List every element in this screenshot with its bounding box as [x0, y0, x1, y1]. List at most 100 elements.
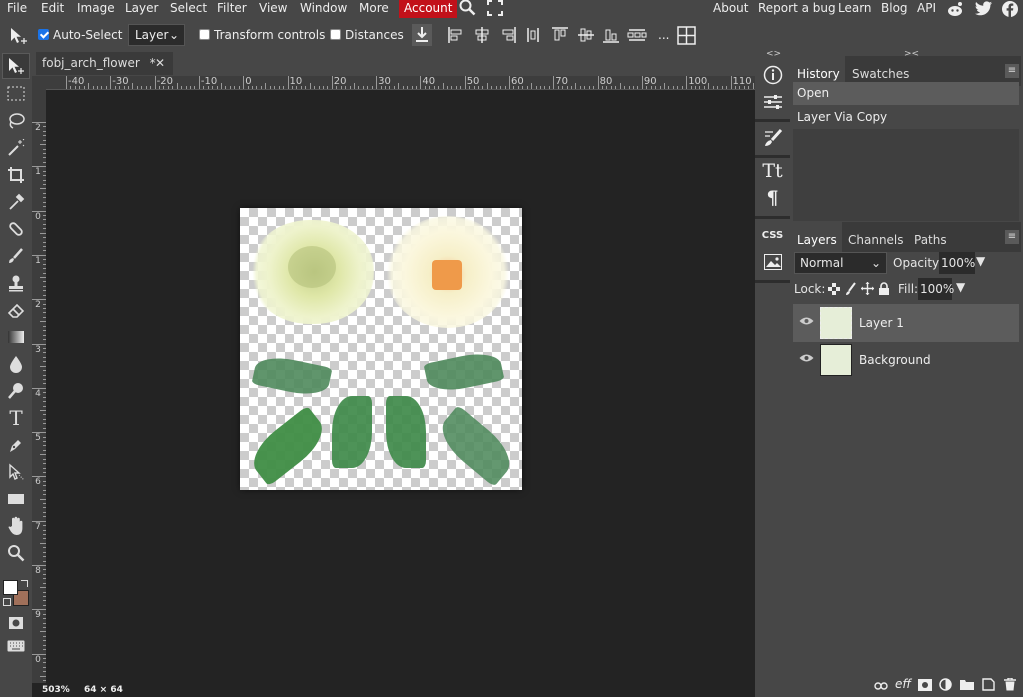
menu-image[interactable]: Image	[77, 0, 115, 18]
swap-colors-icon[interactable]	[21, 580, 28, 587]
panel-menu-icon[interactable]: ≡	[1005, 230, 1019, 244]
link-about[interactable]: About	[713, 0, 748, 18]
distribute-v-icon[interactable]	[627, 26, 647, 44]
lock-position-icon[interactable]	[861, 282, 874, 295]
align-right-icon[interactable]	[499, 26, 517, 44]
marquee-tool-icon[interactable]	[2, 81, 30, 107]
history-item-layer-via-copy[interactable]: Layer Via Copy	[793, 106, 1019, 129]
panel-menu-icon[interactable]: ≡	[1005, 64, 1019, 78]
type-tool-icon[interactable]: T	[2, 405, 30, 431]
link-learn[interactable]: Learn	[838, 0, 872, 18]
dodge-tool-icon[interactable]	[2, 378, 30, 404]
document-canvas[interactable]	[240, 208, 522, 490]
document-tab[interactable]: fobj_arch_flower * ✕	[36, 52, 173, 75]
link-report-bug[interactable]: Report a bug	[758, 0, 836, 18]
collapse-left-icon[interactable]: <>	[766, 49, 781, 59]
layer-name[interactable]: Background	[859, 341, 931, 379]
align-left-icon[interactable]	[447, 26, 465, 44]
tab-layers[interactable]: Layers	[792, 222, 842, 252]
auto-select-checkbox[interactable]: Auto-Select	[38, 21, 122, 50]
eyedropper-icon[interactable]	[2, 189, 30, 215]
menu-more[interactable]: More	[359, 0, 389, 18]
transform-controls-checkbox[interactable]: Transform controls	[199, 21, 325, 50]
brush-settings-icon[interactable]	[757, 125, 788, 151]
layer-row-background[interactable]: Background	[793, 341, 1019, 379]
layer-name[interactable]: Layer 1	[859, 304, 904, 342]
link-blog[interactable]: Blog	[881, 0, 908, 18]
brush-tool-icon[interactable]	[2, 243, 30, 269]
pen-tool-icon[interactable]	[2, 432, 30, 458]
download-icon[interactable]	[412, 24, 432, 46]
reddit-icon[interactable]	[946, 1, 964, 19]
layer-effects-icon[interactable]: eff	[895, 677, 911, 691]
distribute-h-icon[interactable]	[524, 26, 542, 44]
adjustment-layer-icon[interactable]	[939, 678, 952, 691]
account-button[interactable]: Account	[399, 0, 458, 18]
workspace[interactable]	[46, 90, 755, 683]
menu-filter[interactable]: Filter	[217, 0, 247, 18]
clone-stamp-icon[interactable]	[2, 270, 30, 296]
menu-layer[interactable]: Layer	[125, 0, 158, 18]
shape-tool-icon[interactable]	[2, 486, 30, 512]
healing-brush-icon[interactable]	[2, 216, 30, 242]
hand-tool-icon[interactable]	[2, 513, 30, 539]
new-layer-icon[interactable]	[982, 678, 995, 691]
fill-input[interactable]: 100%	[918, 278, 954, 300]
lock-pixels-icon[interactable]	[845, 282, 857, 296]
history-item-open[interactable]: Open	[793, 82, 1019, 105]
close-icon[interactable]: ✕	[155, 52, 165, 75]
auto-select-target-dropdown[interactable]: Layer ⌄	[128, 24, 185, 46]
default-colors-icon[interactable]	[3, 598, 11, 606]
tab-channels[interactable]: Channels	[843, 222, 909, 252]
delete-layer-icon[interactable]	[1004, 678, 1016, 691]
link-api[interactable]: API	[917, 0, 936, 18]
visibility-eye-icon[interactable]	[799, 316, 814, 326]
zoom-tool-icon[interactable]	[2, 540, 30, 566]
menu-file[interactable]: File	[7, 0, 27, 18]
link-layers-icon[interactable]	[874, 681, 888, 691]
path-select-icon[interactable]	[2, 459, 30, 485]
lock-all-icon[interactable]	[878, 282, 890, 295]
character-icon[interactable]: Tt	[757, 158, 788, 184]
move-tool-icon[interactable]	[2, 53, 30, 79]
blur-tool-icon[interactable]	[2, 351, 30, 377]
align-center-h-icon[interactable]	[473, 26, 491, 44]
align-bottom-icon[interactable]	[602, 26, 620, 44]
search-icon[interactable]	[459, 0, 476, 17]
more-options[interactable]: ...	[658, 21, 669, 50]
blend-mode-dropdown[interactable]: Normal ⌄	[794, 252, 887, 274]
menu-view[interactable]: View	[259, 0, 287, 18]
info-icon[interactable]	[757, 62, 788, 88]
twitter-icon[interactable]	[975, 1, 993, 19]
facebook-icon[interactable]	[1002, 1, 1018, 19]
tab-paths[interactable]: Paths	[909, 222, 952, 252]
lasso-tool-icon[interactable]	[2, 108, 30, 134]
layer-mask-icon[interactable]	[918, 679, 932, 691]
paragraph-icon[interactable]: ¶	[757, 185, 788, 211]
gradient-tool-icon[interactable]	[2, 324, 30, 350]
magic-wand-icon[interactable]	[2, 135, 30, 161]
css-icon[interactable]: CSS	[757, 222, 788, 248]
foreground-color-swatch[interactable]	[3, 580, 18, 595]
align-top-icon[interactable]	[551, 26, 569, 44]
adjustments-icon[interactable]	[757, 89, 788, 115]
opacity-arrow-icon[interactable]: ▼	[976, 254, 985, 268]
crop-tool-icon[interactable]	[2, 162, 30, 188]
lock-transparency-icon[interactable]	[828, 283, 840, 295]
fullscreen-icon[interactable]	[487, 0, 503, 18]
align-center-v-icon[interactable]	[577, 26, 595, 44]
menu-select[interactable]: Select	[170, 0, 207, 18]
fill-arrow-icon[interactable]: ▼	[956, 280, 965, 294]
grid-icon[interactable]	[677, 26, 696, 45]
image-icon[interactable]	[757, 249, 788, 275]
zoom-level[interactable]: 503%	[42, 685, 70, 695]
menu-window[interactable]: Window	[300, 0, 347, 18]
folder-icon[interactable]	[960, 679, 974, 690]
menu-edit[interactable]: Edit	[41, 0, 64, 18]
distances-checkbox[interactable]: Distances	[330, 21, 404, 50]
opacity-input[interactable]: 100%	[939, 252, 975, 274]
layer-row-layer-1[interactable]: Layer 1	[793, 304, 1019, 342]
keyboard-icon[interactable]	[2, 633, 30, 659]
visibility-eye-icon[interactable]	[799, 353, 814, 363]
eraser-icon[interactable]	[2, 297, 30, 323]
